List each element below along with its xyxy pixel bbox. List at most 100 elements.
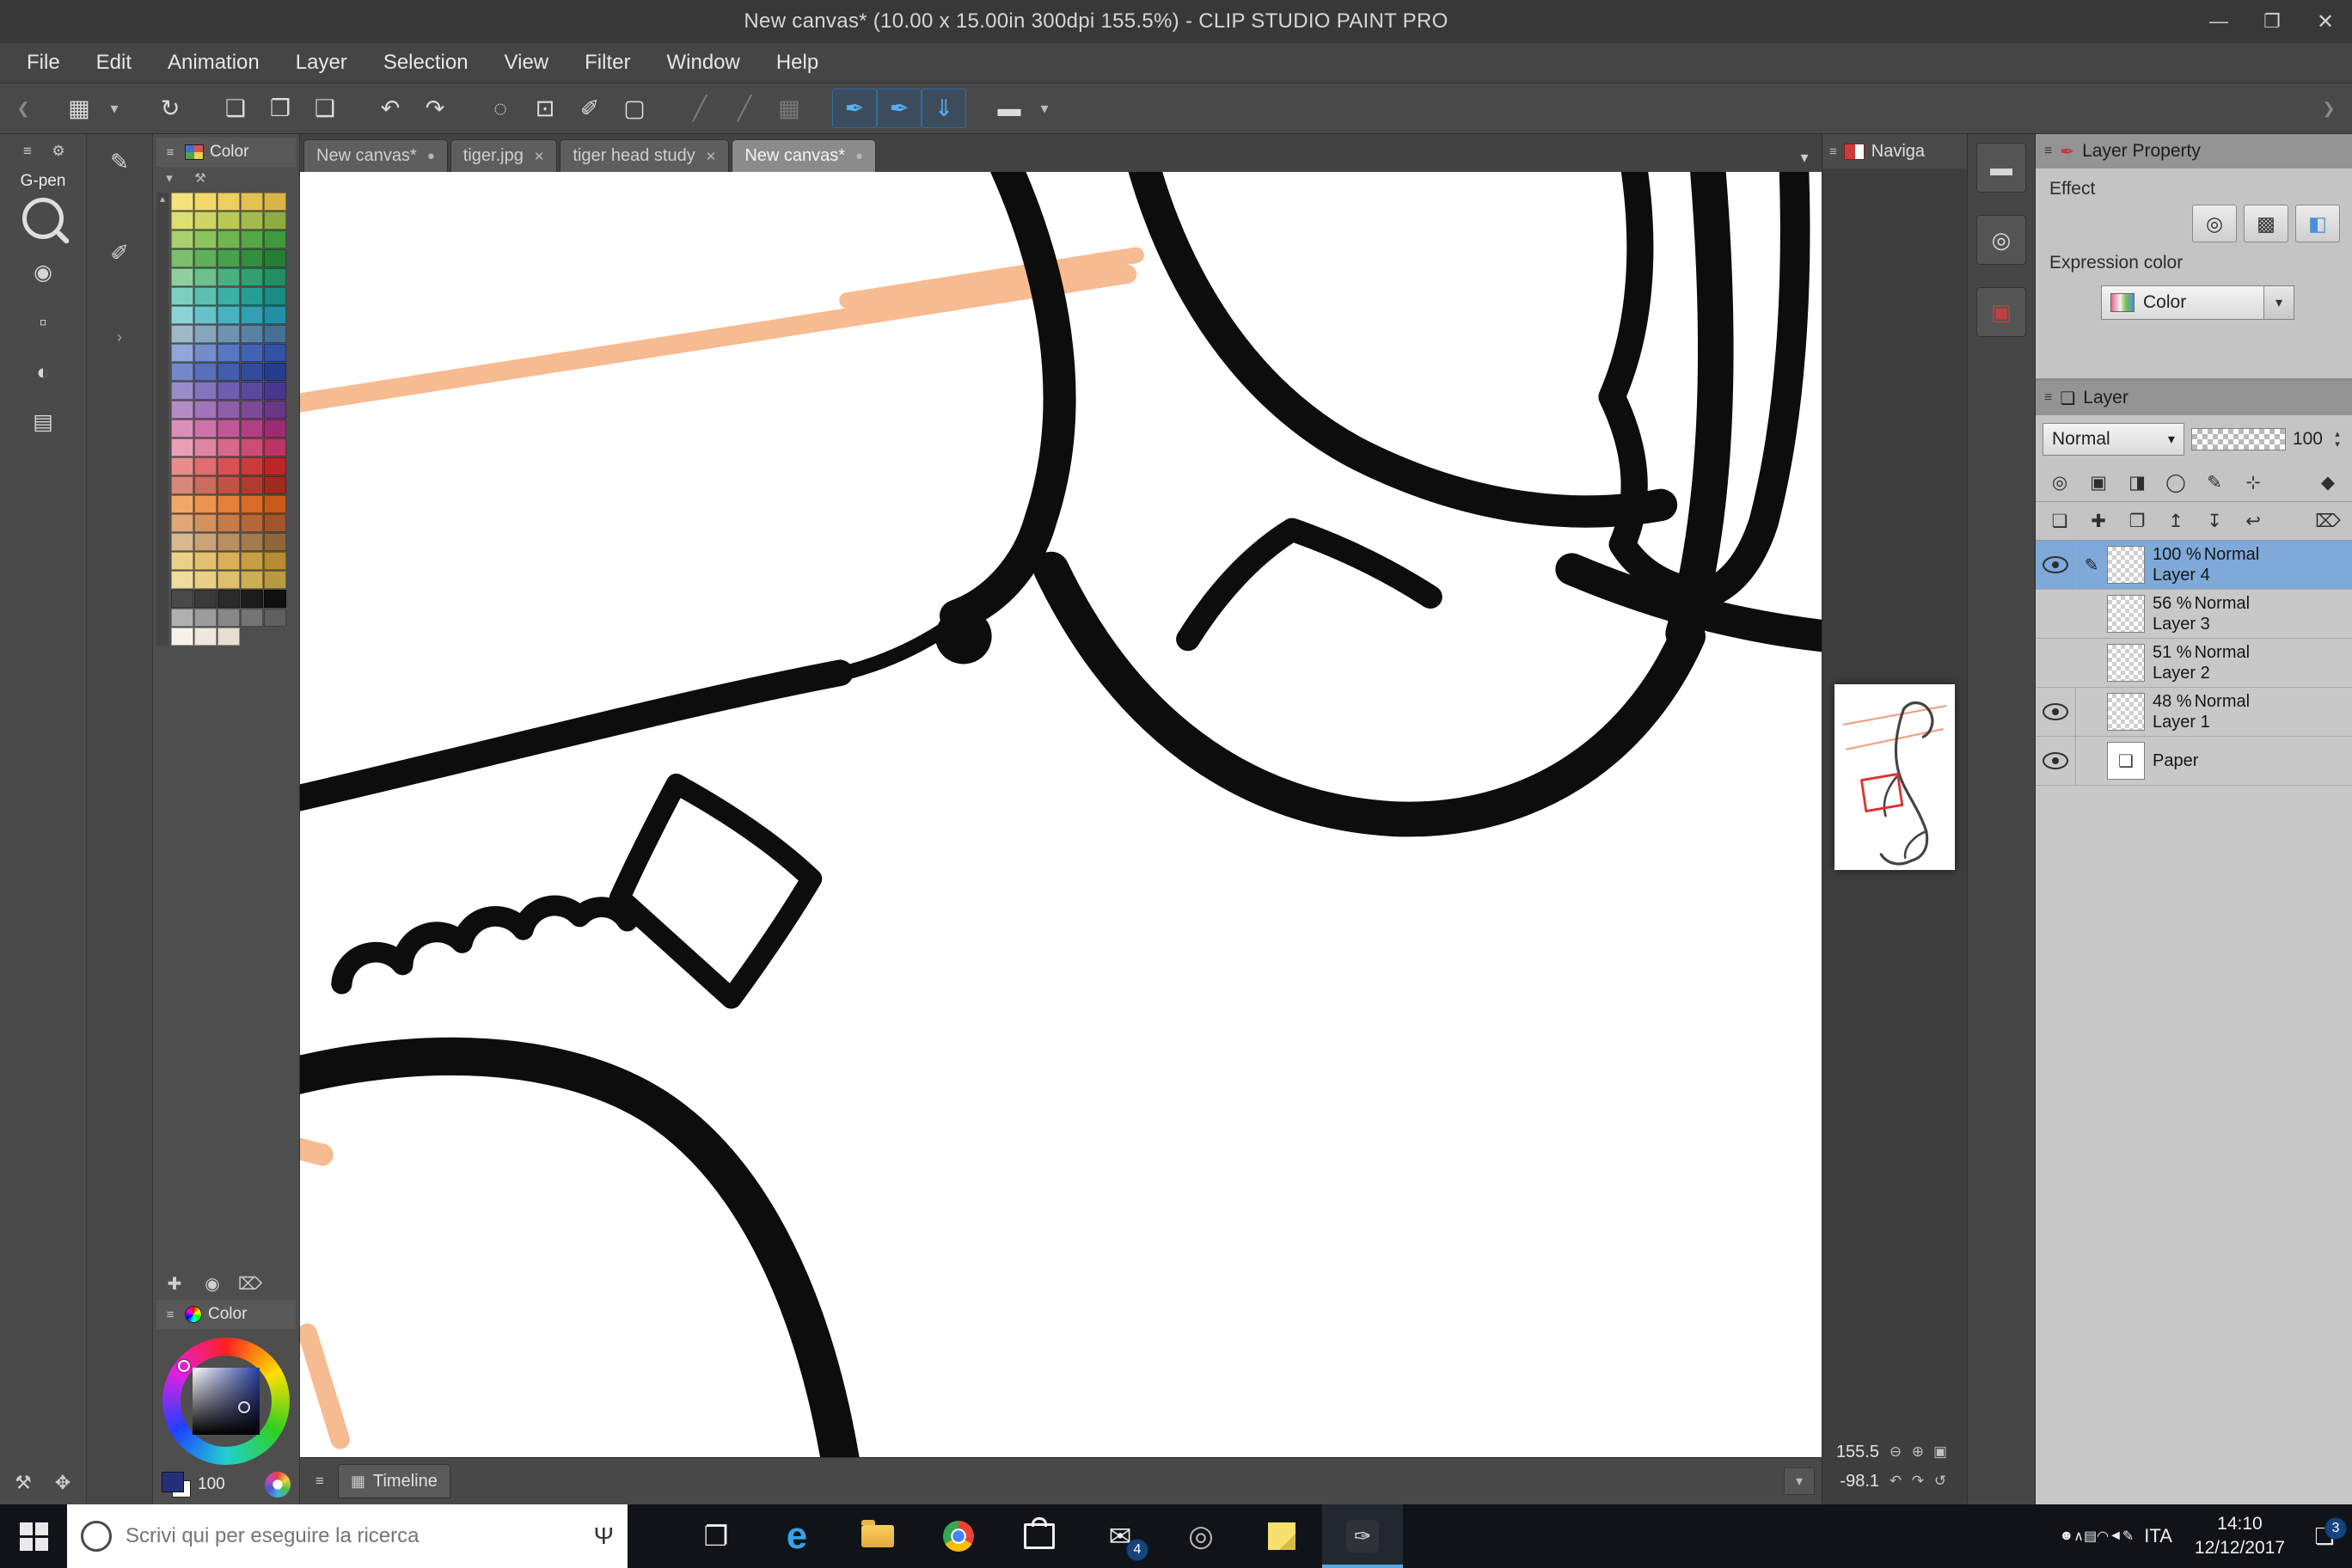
chrome-button[interactable] bbox=[918, 1504, 999, 1568]
layer-row[interactable]: ✎ 48 %Normal Layer 1 bbox=[2036, 688, 2352, 737]
ruler-range-icon[interactable]: ⊹ bbox=[2236, 467, 2270, 498]
color-swatch[interactable] bbox=[194, 325, 217, 343]
delete-swatch-icon[interactable]: ⌦ bbox=[237, 1272, 263, 1295]
color-swatch[interactable] bbox=[194, 628, 217, 646]
snap-special-ruler-icon[interactable]: ╱ bbox=[722, 89, 767, 128]
document-tab[interactable]: tiger.jpg ✕ bbox=[450, 139, 558, 172]
layer-opacity-slider[interactable] bbox=[2191, 428, 2286, 450]
color-swatch[interactable] bbox=[194, 495, 217, 513]
layer-row[interactable]: ✎ 56 %Normal Layer 3 bbox=[2036, 590, 2352, 639]
color-swatch[interactable] bbox=[241, 420, 263, 438]
reference-layer-icon[interactable]: ◆ bbox=[2311, 467, 2345, 498]
clear-selection-icon[interactable]: ✐ bbox=[567, 89, 612, 128]
move-down-icon[interactable]: ↧ bbox=[2197, 505, 2232, 536]
color-swatch[interactable] bbox=[264, 268, 286, 286]
color-swatch[interactable] bbox=[194, 457, 217, 475]
save-file-icon[interactable]: ❑ bbox=[303, 89, 347, 128]
app-button-gray[interactable]: ◎ bbox=[1161, 1504, 1241, 1568]
color-swatch[interactable] bbox=[171, 306, 193, 324]
color-swatch[interactable] bbox=[241, 306, 263, 324]
layer-color-effect-icon[interactable]: ◧ bbox=[2295, 205, 2340, 242]
panel-menu-icon[interactable]: ≡ bbox=[162, 1306, 179, 1323]
color-swatch[interactable] bbox=[194, 344, 217, 362]
color-swatch[interactable] bbox=[264, 382, 286, 400]
color-swatch[interactable] bbox=[171, 514, 193, 532]
action-center-button[interactable]: ❏ 3 bbox=[2297, 1523, 2352, 1550]
color-swatch[interactable] bbox=[241, 193, 263, 211]
layer-property-header[interactable]: ≡ ✒ Layer Property bbox=[2036, 134, 2352, 168]
color-swatch[interactable] bbox=[217, 533, 240, 551]
color-swatch[interactable] bbox=[194, 306, 217, 324]
replace-swatch-icon[interactable]: ◉ bbox=[199, 1272, 225, 1295]
frame-tool-icon[interactable]: ▫ bbox=[26, 308, 60, 337]
wrench-icon[interactable]: ⚒ bbox=[9, 1470, 38, 1496]
color-swatch[interactable] bbox=[264, 609, 286, 627]
color-swatch[interactable] bbox=[194, 609, 217, 627]
tablet-mode-icon[interactable]: ▤ bbox=[2084, 1528, 2097, 1545]
color-swatch[interactable] bbox=[217, 457, 240, 475]
color-swatch[interactable] bbox=[194, 211, 217, 230]
canvas-display-icon[interactable]: ▬ bbox=[987, 89, 1032, 128]
document-tab[interactable]: New canvas* ● bbox=[303, 139, 448, 172]
color-swatch[interactable] bbox=[264, 230, 286, 248]
color-swatch[interactable] bbox=[171, 193, 193, 211]
layer-thumbnail[interactable] bbox=[2107, 644, 2145, 682]
color-swatch[interactable] bbox=[171, 382, 193, 400]
color-swatch[interactable] bbox=[264, 514, 286, 532]
color-swatch[interactable] bbox=[241, 571, 263, 589]
color-swatch[interactable] bbox=[171, 609, 193, 627]
canvas[interactable] bbox=[300, 172, 1822, 1457]
pen-subtool-icon[interactable]: ✎ bbox=[102, 146, 137, 177]
border-effect-icon[interactable]: ◎ bbox=[2192, 205, 2237, 242]
snap-to-grid-icon[interactable]: ⇓ bbox=[922, 89, 966, 128]
maximize-button[interactable]: ❐ bbox=[2245, 0, 2299, 43]
document-tab[interactable]: tiger head study ✕ bbox=[560, 139, 729, 172]
snap-ruler-icon[interactable]: ╱ bbox=[677, 89, 722, 128]
mail-button[interactable]: ✉ 4 bbox=[1080, 1504, 1161, 1568]
store-button[interactable] bbox=[999, 1504, 1080, 1568]
network-icon[interactable]: ◠ bbox=[2097, 1528, 2109, 1545]
reset-rotation-icon[interactable]: ↺ bbox=[1929, 1471, 1951, 1491]
layer-thumbnail[interactable] bbox=[2107, 693, 2145, 731]
settings-gear-icon[interactable]: ⚙ bbox=[47, 141, 70, 162]
color-swatch[interactable] bbox=[241, 211, 263, 230]
color-swatch[interactable] bbox=[264, 533, 286, 551]
opacity-up-icon[interactable]: ▴ bbox=[2330, 429, 2345, 439]
combine-below-icon[interactable]: ↩ bbox=[2236, 505, 2270, 536]
color-swatch[interactable] bbox=[264, 420, 286, 438]
visibility-toggle[interactable] bbox=[2036, 737, 2076, 785]
color-swatch[interactable] bbox=[241, 514, 263, 532]
color-swatch[interactable] bbox=[217, 382, 240, 400]
layer-thumbnail[interactable] bbox=[2107, 546, 2145, 584]
workspace-grid-icon[interactable]: ▦ bbox=[57, 89, 101, 128]
menu-filter[interactable]: Filter bbox=[567, 51, 648, 75]
color-swatch[interactable] bbox=[217, 287, 240, 305]
color-swatch[interactable] bbox=[171, 571, 193, 589]
tab-close-icon[interactable]: ✕ bbox=[534, 149, 545, 164]
color-swatch[interactable] bbox=[171, 533, 193, 551]
tone-effect-icon[interactable]: ▩ bbox=[2244, 205, 2288, 242]
navigator-thumbnail[interactable] bbox=[1834, 684, 1955, 870]
color-swatch[interactable] bbox=[171, 363, 193, 381]
sticky-notes-button[interactable] bbox=[1241, 1504, 1322, 1568]
menu-animation[interactable]: Animation bbox=[150, 51, 278, 75]
open-file-icon[interactable]: ❐ bbox=[258, 89, 303, 128]
color-swatch[interactable] bbox=[171, 211, 193, 230]
color-swatch[interactable] bbox=[264, 344, 286, 362]
layer-row[interactable]: ✎ ❏ Paper bbox=[2036, 737, 2352, 786]
lock-layer-icon[interactable]: ▣ bbox=[2081, 467, 2116, 498]
color-swatch[interactable] bbox=[171, 249, 193, 267]
scroll-up-icon[interactable]: ▴ bbox=[160, 193, 165, 205]
color-swatch[interactable] bbox=[241, 325, 263, 343]
clock[interactable]: 14:10 12/12/2017 bbox=[2183, 1512, 2297, 1561]
menu-selection[interactable]: Selection bbox=[365, 51, 487, 75]
color-swatch[interactable] bbox=[217, 193, 240, 211]
undo-icon[interactable]: ↶ bbox=[368, 89, 413, 128]
color-swatch[interactable] bbox=[171, 401, 193, 419]
language-indicator[interactable]: ITA bbox=[2134, 1525, 2183, 1547]
hand-tool-icon[interactable]: ✥ bbox=[48, 1470, 77, 1496]
color-swatch[interactable] bbox=[241, 344, 263, 362]
zoom-tool-icon[interactable] bbox=[22, 198, 64, 239]
snap-grid-icon[interactable]: ▦ bbox=[767, 89, 812, 128]
clip-at-layer-below-icon[interactable]: ◎ bbox=[2043, 467, 2077, 498]
